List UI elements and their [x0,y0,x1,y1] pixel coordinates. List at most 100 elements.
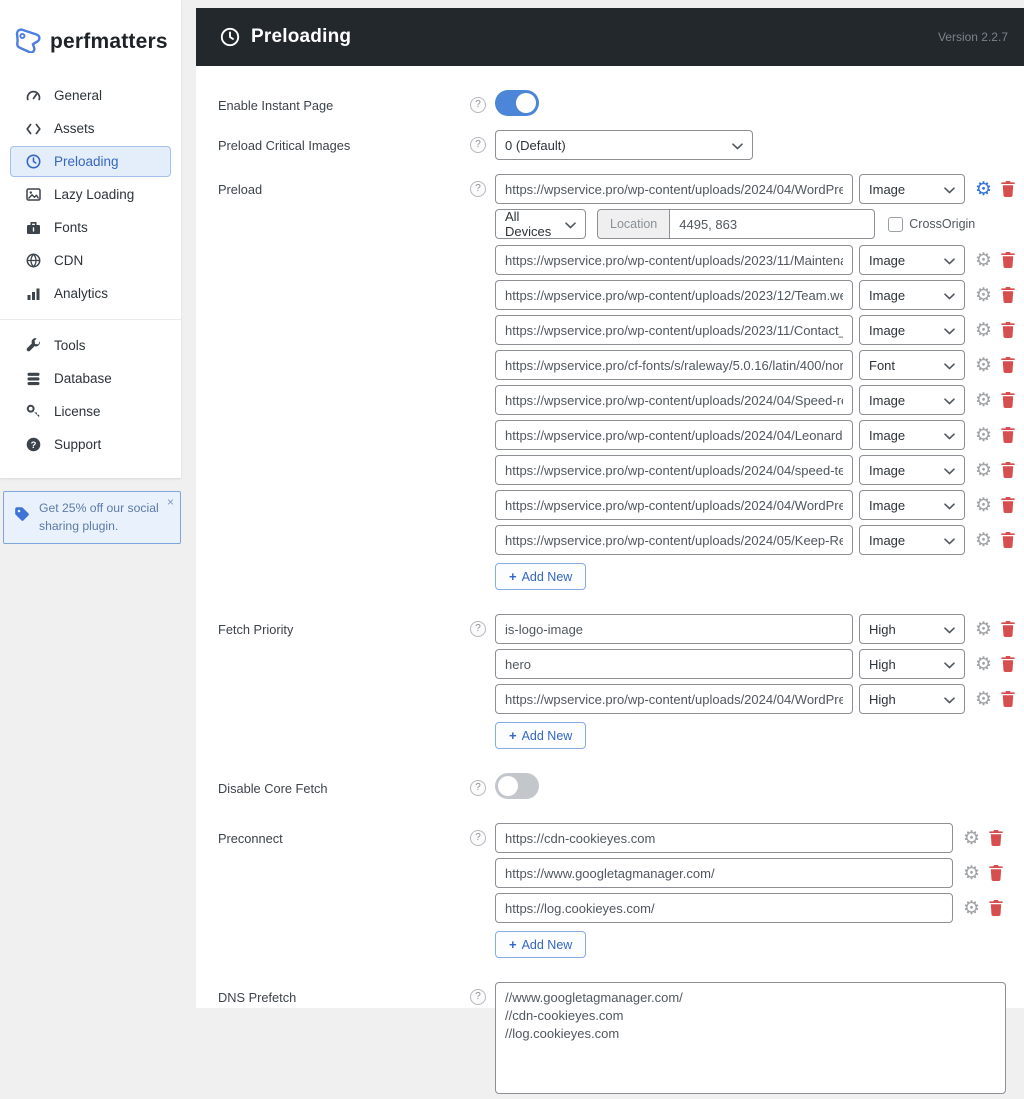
trash-icon[interactable] [989,900,1003,916]
type-select[interactable]: Image [859,455,965,485]
help-icon[interactable]: ? [470,137,486,153]
trash-icon[interactable] [989,865,1003,881]
sidebar-item-database[interactable]: Database [10,363,171,394]
trash-icon[interactable] [989,830,1003,846]
url-input[interactable] [495,858,953,888]
sidebar-item-label: Analytics [54,286,109,301]
sidebar-item-analytics[interactable]: Analytics [10,278,171,309]
sidebar-item-label: Support [54,437,102,452]
gear-icon[interactable]: ⚙ [975,461,992,480]
type-select[interactable]: Image [859,245,965,275]
instant-page-toggle[interactable] [495,90,539,116]
sidebar-item-lazy-loading[interactable]: Lazy Loading [10,179,171,210]
help-icon[interactable]: ? [470,830,486,846]
url-input[interactable] [495,455,853,485]
help-icon[interactable]: ? [470,181,486,197]
url-input[interactable] [495,385,853,415]
gear-icon[interactable]: ⚙ [975,321,992,340]
preload-row: Image ⚙ [495,315,1015,345]
url-input[interactable] [495,245,853,275]
sidebar-item-preloading[interactable]: Preloading [10,146,171,177]
trash-icon[interactable] [1001,252,1015,268]
help-icon[interactable]: ? [470,780,486,796]
gear-icon[interactable]: ⚙ [975,655,992,674]
critical-images-select[interactable]: 0 (Default) [495,130,753,160]
sidebar-item-tools[interactable]: Tools [10,330,171,361]
sidebar-item-general[interactable]: General [10,80,171,111]
priority-select[interactable]: High [859,649,965,679]
type-select[interactable]: Image [859,525,965,555]
type-select[interactable]: Image [859,385,965,415]
gear-icon[interactable]: ⚙ [975,690,992,709]
gear-icon[interactable]: ⚙ [975,251,992,270]
url-input[interactable] [495,525,853,555]
gear-icon[interactable]: ⚙ [975,496,992,515]
trash-icon[interactable] [1001,427,1015,443]
chevron-down-icon [944,253,955,268]
device-select[interactable]: All Devices [495,209,586,239]
url-input[interactable] [495,420,853,450]
url-input[interactable] [495,315,853,345]
url-input[interactable] [495,174,853,204]
dns-prefetch-textarea[interactable]: //www.googletagmanager.com/ //cdn-cookie… [495,982,1006,1094]
toggle-knob [516,93,536,113]
fetch-priority-add-new-button[interactable]: + Add New [495,722,587,749]
url-input[interactable] [495,893,953,923]
trash-icon[interactable] [1001,497,1015,513]
gear-icon[interactable]: ⚙ [975,391,992,410]
priority-select[interactable]: High [859,684,965,714]
disable-core-fetch-toggle[interactable] [495,773,539,799]
url-input[interactable] [495,280,853,310]
url-input[interactable] [495,823,953,853]
trash-icon[interactable] [1001,181,1015,197]
trash-icon[interactable] [1001,691,1015,707]
sidebar-item-assets[interactable]: Assets [10,113,171,144]
priority-select[interactable]: High [859,614,965,644]
selector-input[interactable] [495,614,853,644]
help-icon[interactable]: ? [470,621,486,637]
trash-icon[interactable] [1001,621,1015,637]
url-input[interactable] [495,490,853,520]
sidebar-item-fonts[interactable]: Fonts [10,212,171,243]
trash-icon[interactable] [1001,392,1015,408]
type-select[interactable]: Image [859,315,965,345]
selector-input[interactable] [495,684,853,714]
close-icon[interactable]: × [167,495,174,509]
gear-icon[interactable]: ⚙ [975,531,992,550]
chevron-down-icon [565,217,576,232]
gear-icon[interactable]: ⚙ [975,356,992,375]
location-input[interactable] [670,209,876,239]
brand-logo: perfmatters [0,0,181,80]
help-icon[interactable]: ? [470,989,486,1005]
type-select[interactable]: Image [859,280,965,310]
gear-icon[interactable]: ⚙ [975,620,992,639]
trash-icon[interactable] [1001,532,1015,548]
preload-add-new-button[interactable]: + Add New [495,563,587,590]
sidebar-item-cdn[interactable]: CDN [10,245,171,276]
type-select[interactable]: Image [859,490,965,520]
sidebar-item-support[interactable]: ? Support [10,429,171,460]
type-select[interactable]: Image [859,174,965,204]
fetch-priority-row: High ⚙ [495,649,1015,679]
gear-icon[interactable]: ⚙ [963,899,980,918]
chevron-down-icon [944,533,955,548]
trash-icon[interactable] [1001,357,1015,373]
trash-icon[interactable] [1001,287,1015,303]
selector-input[interactable] [495,649,853,679]
trash-icon[interactable] [1001,656,1015,672]
type-select[interactable]: Font [859,350,965,380]
version-label: Version 2.2.7 [937,30,1008,44]
trash-icon[interactable] [1001,322,1015,338]
gear-icon[interactable]: ⚙ [975,286,992,305]
trash-icon[interactable] [1001,462,1015,478]
help-icon[interactable]: ? [470,97,486,113]
gear-icon[interactable]: ⚙ [975,180,992,199]
crossorigin-checkbox[interactable] [888,216,904,232]
gear-icon[interactable]: ⚙ [963,864,980,883]
type-select[interactable]: Image [859,420,965,450]
sidebar-item-license[interactable]: License [10,396,171,427]
url-input[interactable] [495,350,853,380]
gear-icon[interactable]: ⚙ [975,426,992,445]
preconnect-add-new-button[interactable]: + Add New [495,931,587,958]
gear-icon[interactable]: ⚙ [963,829,980,848]
